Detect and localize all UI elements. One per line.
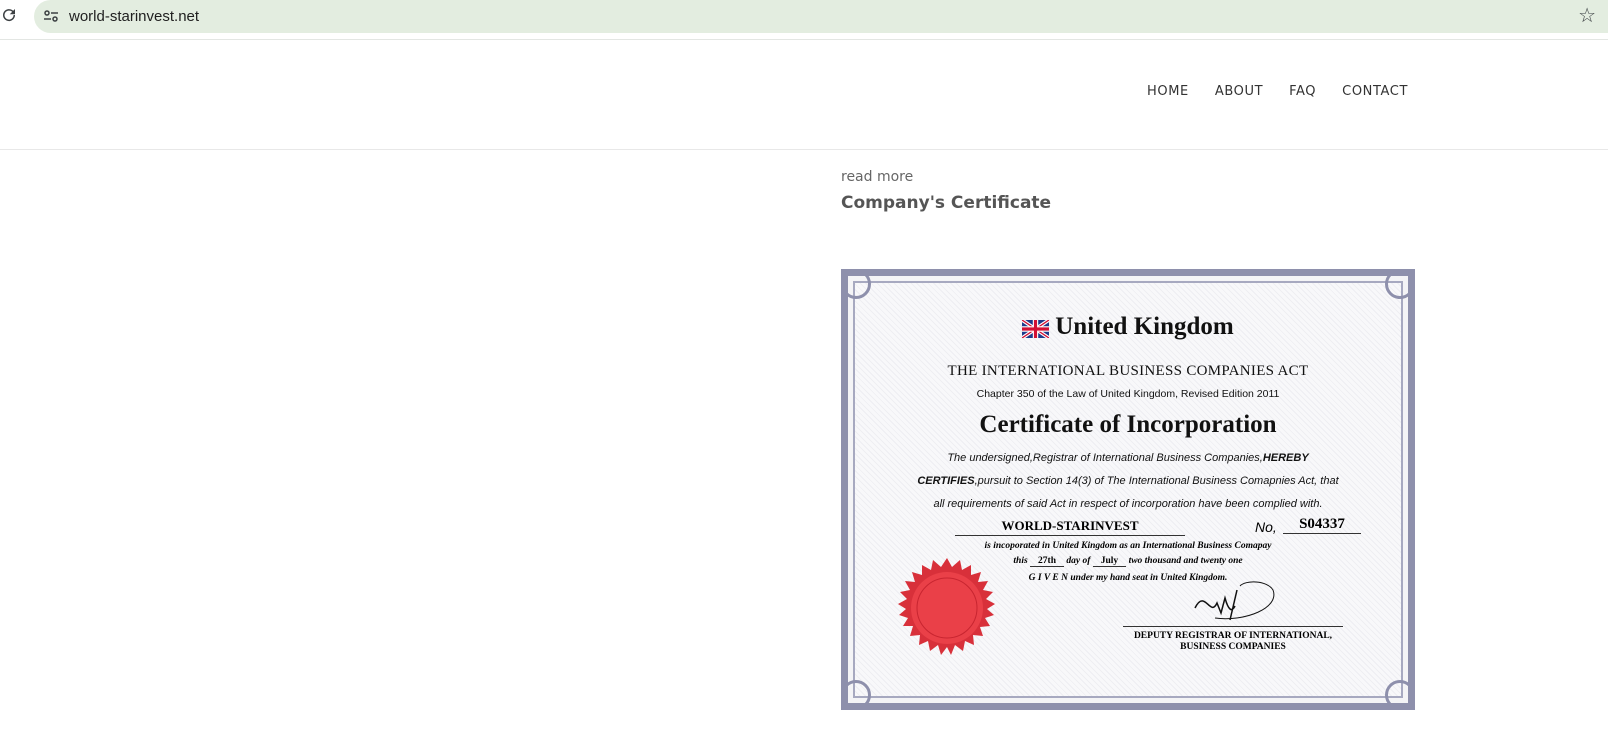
ornament-icon xyxy=(1385,269,1415,299)
ornament-icon xyxy=(1385,680,1415,710)
ornament-icon xyxy=(841,269,871,299)
certificate-country: United Kingdom xyxy=(855,313,1401,341)
certificate-act: THE INTERNATIONAL BUSINESS COMPANIES ACT xyxy=(947,363,1309,379)
certificate-paragraph: The undersigned,Registrar of Internation… xyxy=(855,447,1401,516)
this-label: this xyxy=(1013,556,1028,566)
browser-toolbar: world-starinvest.net ☆ xyxy=(0,0,1608,40)
red-seal-icon xyxy=(897,558,997,658)
company-name: WORLD-STARINVEST xyxy=(955,518,1185,536)
site-header: HOME ABOUT FAQ CONTACT xyxy=(0,40,1608,150)
ornament-icon xyxy=(841,680,871,710)
day-of-label: day of xyxy=(1066,556,1091,566)
star-icon[interactable]: ☆ xyxy=(1578,4,1596,28)
deputy-line-2: BUSINESS COMPANIES xyxy=(1180,642,1286,652)
section-title: Company's Certificate xyxy=(841,193,1052,213)
uk-flag-icon xyxy=(1021,317,1051,340)
day-value: 27th xyxy=(1030,556,1064,567)
paragraph-start: The undersigned,Registrar of Internation… xyxy=(947,452,1263,464)
read-more-link[interactable]: read more xyxy=(841,169,913,185)
certificate-chapter: Chapter 350 of the Law of United Kingdom… xyxy=(976,388,1280,400)
incorporated-line: is incoporated in United Kingdom as an I… xyxy=(984,541,1272,551)
signature-line xyxy=(1123,626,1343,627)
site-info-icon[interactable] xyxy=(43,8,59,24)
url-text[interactable]: world-starinvest.net xyxy=(69,8,199,25)
certificate-image: United Kingdom THE INTERNATIONAL BUSINES… xyxy=(841,269,1415,710)
country-name: United Kingdom xyxy=(1055,313,1234,340)
main-nav: HOME ABOUT FAQ CONTACT xyxy=(1147,84,1408,99)
nav-about[interactable]: ABOUT xyxy=(1215,84,1263,99)
reload-icon[interactable] xyxy=(0,6,20,26)
year-text: two thousand and twenty one xyxy=(1128,556,1243,566)
paragraph-hereby: HEREBY xyxy=(1262,452,1309,464)
certificate-frame: United Kingdom THE INTERNATIONAL BUSINES… xyxy=(841,269,1415,710)
nav-faq[interactable]: FAQ xyxy=(1289,84,1316,99)
month-value: July xyxy=(1092,556,1127,567)
signature-icon xyxy=(1185,578,1285,623)
certificate-title: Certificate of Incorporation xyxy=(979,411,1277,438)
certificate-number: S04337 xyxy=(1283,516,1361,534)
number-label: No, xyxy=(1255,519,1277,535)
paragraph-certifies: CERTIFIES xyxy=(917,475,975,487)
deputy-registrar: DEPUTY REGISTRAR OF INTERNATIONAL, BUSIN… xyxy=(1115,631,1351,653)
deputy-line-1: DEPUTY REGISTRAR OF INTERNATIONAL, xyxy=(1133,631,1333,641)
address-bar[interactable]: world-starinvest.net ☆ xyxy=(34,0,1608,33)
nav-contact[interactable]: CONTACT xyxy=(1342,84,1408,99)
nav-home[interactable]: HOME xyxy=(1147,84,1189,99)
paragraph-rest: ,pursuit to Section 14(3) of The Interna… xyxy=(933,475,1339,510)
